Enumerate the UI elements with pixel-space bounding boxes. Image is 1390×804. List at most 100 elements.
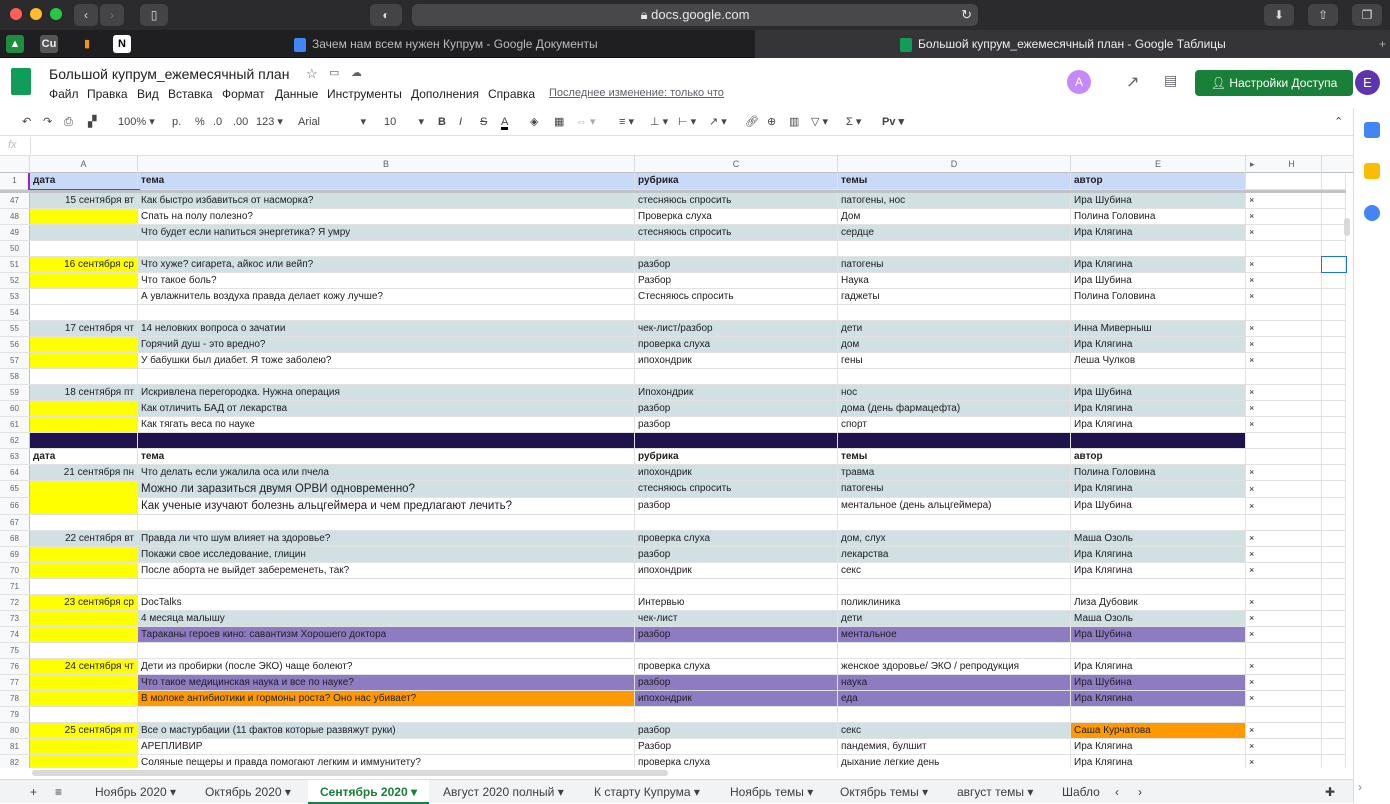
cell-h[interactable] — [1322, 481, 1346, 497]
cell-b[interactable]: Что хуже? сигарета, айкос или вейп? — [138, 257, 635, 272]
cell-b[interactable] — [138, 369, 635, 384]
cell-a[interactable] — [30, 755, 138, 768]
cell-h[interactable] — [1322, 611, 1346, 626]
cell-f[interactable]: × — [1246, 723, 1322, 738]
cell-d[interactable] — [838, 369, 1071, 384]
star-icon[interactable]: ☆ — [306, 66, 318, 82]
cell-b[interactable] — [138, 433, 635, 448]
cell-e[interactable]: Ира Клягина — [1071, 257, 1246, 272]
cell-a[interactable] — [30, 739, 138, 754]
cell-h[interactable] — [1322, 385, 1346, 400]
row-number[interactable]: 75 — [0, 643, 30, 658]
cell-e[interactable]: Ира Клягина — [1071, 401, 1246, 416]
row-number[interactable]: 71 — [0, 579, 30, 594]
cell-h[interactable] — [1322, 675, 1346, 690]
cell-a[interactable] — [30, 707, 138, 722]
cell-a[interactable]: дата — [30, 449, 138, 464]
menu-tools[interactable]: Инструменты — [327, 87, 402, 101]
cell-h[interactable] — [1322, 241, 1346, 256]
cell-a[interactable] — [30, 401, 138, 416]
cell-b[interactable]: 14 неловких вопроса о зачатии — [138, 321, 635, 336]
cell-a[interactable] — [30, 417, 138, 432]
sheet-tab-aug-full[interactable]: Август 2020 полный ▾ — [433, 780, 574, 804]
cell-e[interactable] — [1071, 707, 1246, 722]
cell-a[interactable]: 21 сентября пн — [30, 465, 138, 480]
cell-f[interactable] — [1246, 643, 1322, 658]
row-number[interactable]: 56 — [0, 337, 30, 352]
cell-f[interactable]: × — [1246, 193, 1322, 208]
cell-c[interactable]: чек-лист — [635, 611, 838, 626]
menu-view[interactable]: Вид — [137, 87, 159, 101]
cell-h[interactable] — [1322, 305, 1346, 320]
cell-b[interactable] — [138, 643, 635, 658]
cell-a[interactable] — [30, 225, 138, 240]
cell-f[interactable] — [1246, 449, 1322, 464]
strikethrough-button[interactable]: S — [480, 114, 487, 130]
cell-a[interactable] — [30, 305, 138, 320]
move-folder-icon[interactable]: ▭ — [329, 66, 339, 79]
cell-e[interactable] — [1071, 305, 1246, 320]
cell-b[interactable] — [138, 515, 635, 530]
cell-h[interactable] — [1322, 369, 1346, 384]
cell-h[interactable] — [1321, 256, 1347, 273]
cell-d[interactable] — [838, 643, 1071, 658]
cell-a[interactable] — [30, 289, 138, 304]
cell-d[interactable]: травма — [838, 465, 1071, 480]
cell-d[interactable]: дети — [838, 611, 1071, 626]
cell-c[interactable]: ипохондрик — [635, 465, 838, 480]
cell-e[interactable]: Ира Клягина — [1071, 755, 1246, 768]
cell-d[interactable]: гаджеты — [838, 289, 1071, 304]
doc-title[interactable]: Большой купрум_ежемесячный план — [49, 66, 289, 82]
row-number[interactable]: 80 — [0, 723, 30, 738]
expand-panel-icon[interactable]: › — [1358, 780, 1362, 794]
vertical-align-icon[interactable]: ⊥ ▾ — [650, 114, 668, 130]
decrease-decimals-button[interactable]: .0 — [213, 114, 222, 130]
cell-d[interactable]: еда — [838, 691, 1071, 706]
cell-b[interactable]: Дети из пробирки (после ЭКО) чаще болеют… — [138, 659, 635, 674]
cell-a[interactable] — [30, 498, 138, 514]
cell-h[interactable] — [1322, 739, 1346, 754]
cell-d[interactable] — [838, 707, 1071, 722]
cell-d[interactable]: Наука — [838, 273, 1071, 288]
cell-e[interactable]: Инна Миверныш — [1071, 321, 1246, 336]
row-number[interactable]: 50 — [0, 241, 30, 256]
row-number[interactable]: 57 — [0, 353, 30, 368]
row-number[interactable]: 66 — [0, 498, 30, 514]
cell-f[interactable]: × — [1246, 563, 1322, 578]
sheet-tab-oct-themes[interactable]: Октябрь темы ▾ — [830, 780, 938, 804]
cell-b[interactable]: тема — [138, 173, 635, 189]
sheet-tab-template[interactable]: Шабло — [1052, 780, 1107, 804]
cell-e[interactable]: Ира Клягина — [1071, 739, 1246, 754]
cell-b[interactable] — [138, 707, 635, 722]
scroll-tabs-left-icon[interactable]: ‹ — [1115, 780, 1119, 804]
text-wrap-icon[interactable]: ⊢ ▾ — [678, 114, 696, 130]
cell-d[interactable]: дома (день фармацефта) — [838, 401, 1071, 416]
cell-a[interactable] — [30, 691, 138, 706]
analytics-icon[interactable]: ▮ — [78, 35, 96, 53]
cell-e[interactable]: Ира Клягина — [1071, 547, 1246, 562]
last-edit-link[interactable]: Последнее изменение: только что — [549, 87, 724, 99]
row-number[interactable]: 58 — [0, 369, 30, 384]
cell-e[interactable]: Ира Шубина — [1071, 193, 1246, 208]
cell-d[interactable]: пандемия, булшит — [838, 739, 1071, 754]
sheet-tab-oct[interactable]: Октябрь 2020 ▾ — [195, 780, 301, 804]
insert-link-icon[interactable]: 🔗︎ — [745, 114, 759, 130]
filter-icon[interactable]: ▽ ▾ — [811, 114, 828, 130]
cell-f[interactable] — [1246, 433, 1322, 448]
cell-a[interactable] — [30, 515, 138, 530]
cell-c[interactable] — [635, 707, 838, 722]
cell-c[interactable]: чек-лист/разбор — [635, 321, 838, 336]
cell-b[interactable]: После аборта не выйдет забеременеть, так… — [138, 563, 635, 578]
cell-b[interactable] — [138, 241, 635, 256]
sheet-tab-aug-themes[interactable]: август темы ▾ — [947, 780, 1043, 804]
cell-e[interactable]: Ира Шубина — [1071, 385, 1246, 400]
cell-h[interactable] — [1322, 209, 1346, 224]
cell-b[interactable]: Как отличить БАД от лекарства — [138, 401, 635, 416]
cell-h[interactable] — [1322, 498, 1346, 514]
comments-icon[interactable]: ▤ — [1164, 72, 1177, 89]
cell-c[interactable]: разбор — [635, 627, 838, 642]
cell-b[interactable]: АРЕПЛИВИР — [138, 739, 635, 754]
cell-b[interactable]: Все о мастурбации (11 фактов которые раз… — [138, 723, 635, 738]
currency-format-button[interactable]: р. — [172, 114, 181, 130]
add-sheet-icon[interactable]: + — [30, 780, 37, 804]
